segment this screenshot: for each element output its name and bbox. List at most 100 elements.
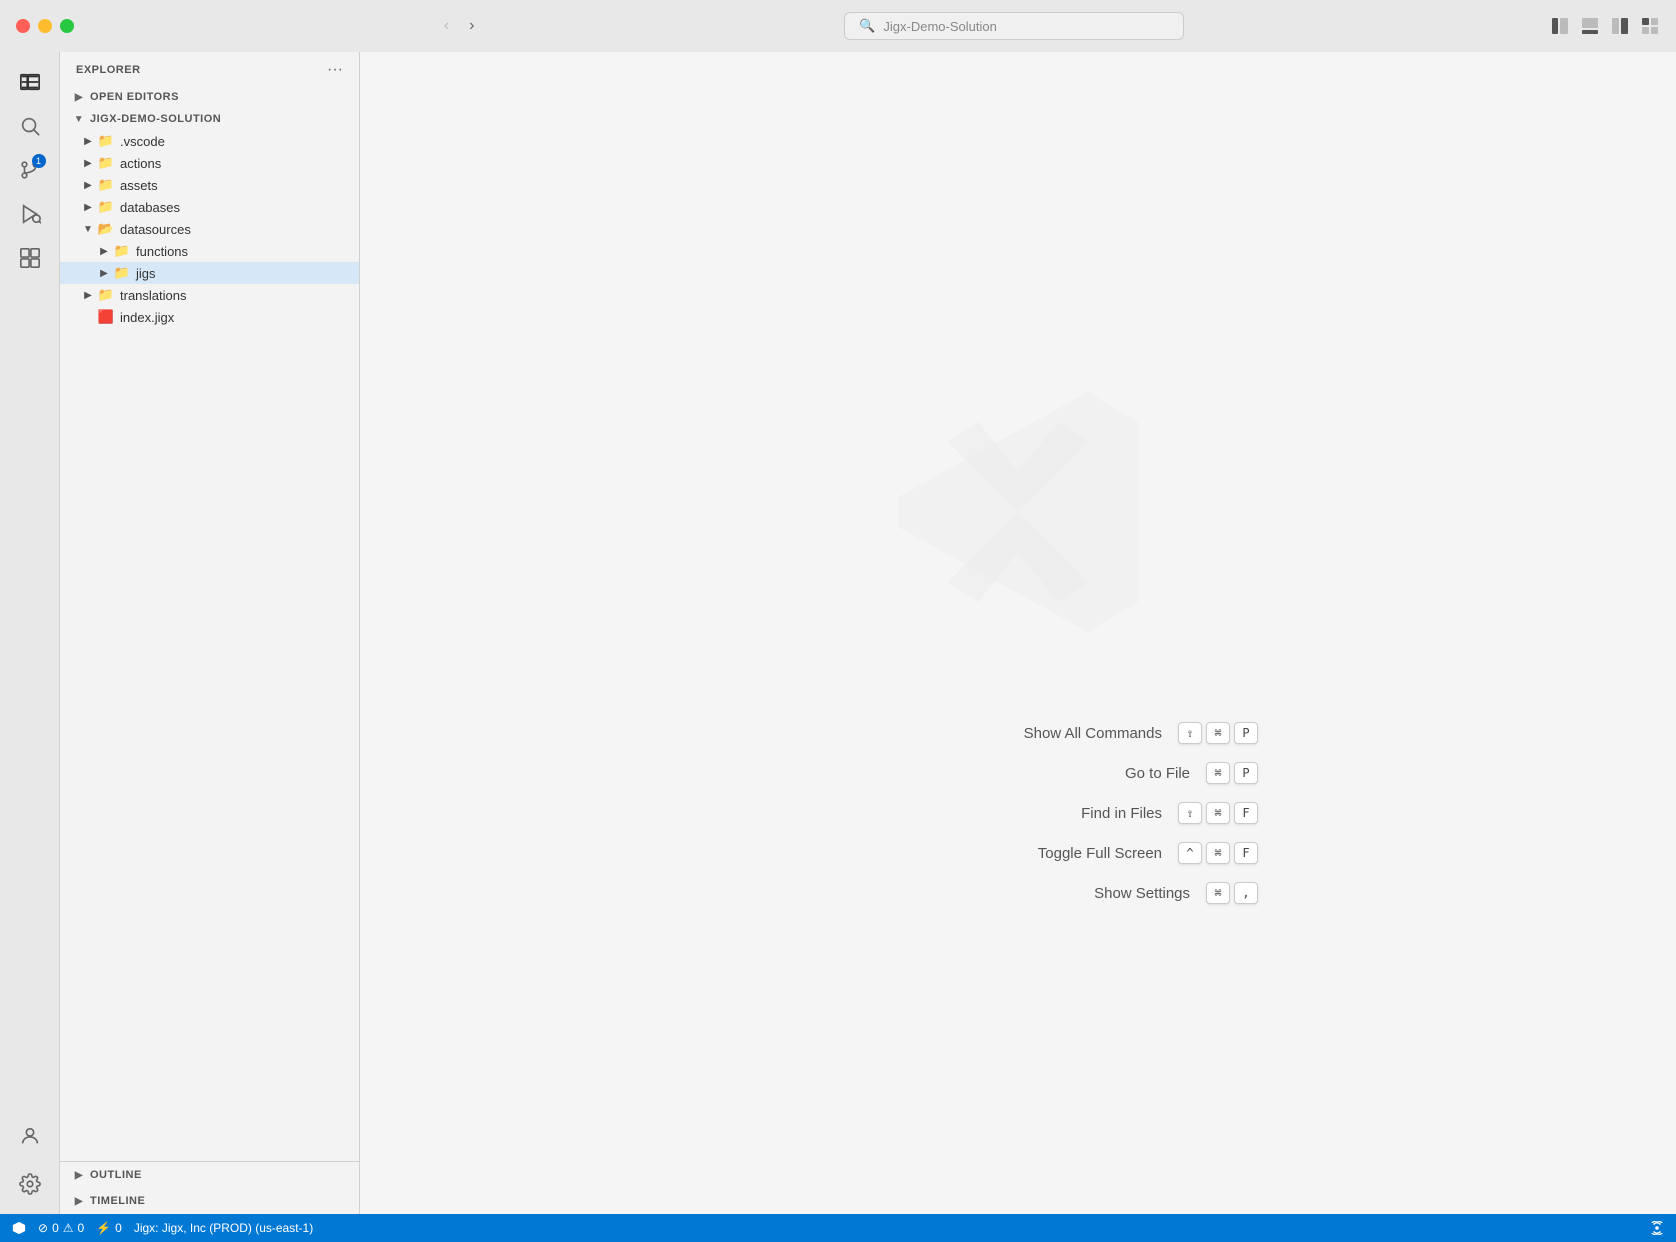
remote-count: 0 xyxy=(115,1221,122,1235)
go-to-file-keys: ⌘ P xyxy=(1206,762,1258,784)
translations-chevron-icon: ▶ xyxy=(80,287,96,303)
assets-label: assets xyxy=(120,178,158,193)
remote-broadcast-icon: ⚡ xyxy=(96,1221,111,1235)
customize-layout-icon[interactable] xyxy=(1640,16,1660,36)
search-bar[interactable]: 🔍 Jigx-Demo-Solution xyxy=(844,12,1184,40)
status-broadcast[interactable] xyxy=(1650,1221,1664,1235)
databases-label: databases xyxy=(120,200,180,215)
status-remote-icon[interactable] xyxy=(12,1221,26,1235)
tree-item-index-jigx[interactable]: 🟥 index.jigx xyxy=(60,306,359,328)
status-bar-left: ⊘ 0 ⚠ 0 ⚡ 0 Jigx: Jigx, Inc (PROD) (us-e… xyxy=(12,1221,313,1235)
environment-label: Jigx: Jigx, Inc (PROD) (us-east-1) xyxy=(134,1221,313,1235)
functions-folder-icon: 📁 xyxy=(114,243,130,259)
outline-chevron-icon: ▶ xyxy=(72,1168,86,1182)
shortcut-go-to-file: Go to File ⌘ P xyxy=(778,762,1258,784)
shortcut-toggle-fullscreen: Toggle Full Screen ^ ⌘ F xyxy=(778,842,1258,864)
activity-item-explorer[interactable] xyxy=(10,62,50,102)
minimize-button[interactable] xyxy=(38,19,52,33)
index-jigx-chevron-placeholder xyxy=(80,309,96,325)
status-errors[interactable]: ⊘ 0 ⚠ 0 xyxy=(38,1221,84,1235)
key-cmd-2: ⌘ xyxy=(1206,762,1230,784)
databases-folder-icon: 📁 xyxy=(98,199,114,215)
outline-section[interactable]: ▶ OUTLINE xyxy=(60,1162,359,1188)
sidebar-tree: ▶ OPEN EDITORS ▼ JIGX-DEMO-SOLUTION ▶ 📁 … xyxy=(60,86,359,1161)
assets-chevron-icon: ▶ xyxy=(80,177,96,193)
actions-chevron-icon: ▶ xyxy=(80,155,96,171)
main-content: 1 xyxy=(0,52,1676,1214)
tree-item-functions[interactable]: ▶ 📁 functions xyxy=(60,240,359,262)
back-button[interactable]: ‹ xyxy=(440,13,453,39)
close-button[interactable] xyxy=(16,19,30,33)
show-settings-label: Show Settings xyxy=(1010,885,1190,902)
sidebar-toggle-icon[interactable] xyxy=(1550,16,1570,36)
layout-controls xyxy=(1550,16,1660,36)
error-icon: ⊘ xyxy=(38,1221,48,1235)
sidebar-header: EXPLORER ··· xyxy=(60,52,359,86)
split-editor-icon[interactable] xyxy=(1610,16,1630,36)
datasources-folder-icon: 📂 xyxy=(98,221,114,237)
section-open-editors[interactable]: ▶ OPEN EDITORS xyxy=(60,86,359,108)
error-count: 0 xyxy=(52,1221,59,1235)
show-all-commands-label: Show All Commands xyxy=(982,725,1162,742)
vscode-logo-decoration xyxy=(868,362,1168,662)
vscode-label: .vscode xyxy=(120,134,165,149)
key-f: F xyxy=(1234,802,1258,824)
maximize-button[interactable] xyxy=(60,19,74,33)
forward-button[interactable]: › xyxy=(465,13,478,39)
source-control-badge: 1 xyxy=(32,154,46,168)
activity-item-settings[interactable] xyxy=(10,1164,50,1204)
project-label: JIGX-DEMO-SOLUTION xyxy=(90,113,221,125)
index-jigx-icon: 🟥 xyxy=(98,309,114,325)
panel-toggle-icon[interactable] xyxy=(1580,16,1600,36)
toggle-fullscreen-keys: ^ ⌘ F xyxy=(1178,842,1258,864)
status-environment[interactable]: Jigx: Jigx, Inc (PROD) (us-east-1) xyxy=(134,1221,313,1235)
tree-item-translations[interactable]: ▶ 📁 translations xyxy=(60,284,359,306)
remote-icon xyxy=(12,1221,26,1235)
jigs-label: jigs xyxy=(136,266,156,281)
tree-item-vscode[interactable]: ▶ 📁 .vscode xyxy=(60,130,359,152)
tree-item-actions[interactable]: ▶ 📁 actions xyxy=(60,152,359,174)
activity-item-accounts[interactable] xyxy=(10,1116,50,1156)
activity-item-extensions[interactable] xyxy=(10,238,50,278)
assets-folder-icon: 📁 xyxy=(98,177,114,193)
status-remote-count[interactable]: ⚡ 0 xyxy=(96,1221,122,1235)
tree-item-datasources[interactable]: ▼ 📂 datasources xyxy=(60,218,359,240)
tree-item-assets[interactable]: ▶ 📁 assets xyxy=(60,174,359,196)
key-shift: ⇧ xyxy=(1178,722,1202,744)
activity-item-run[interactable] xyxy=(10,194,50,234)
key-cmd-4: ⌘ xyxy=(1206,842,1230,864)
broadcast-icon xyxy=(1650,1221,1664,1235)
jigs-chevron-icon: ▶ xyxy=(96,265,112,281)
activity-item-search[interactable] xyxy=(10,106,50,146)
jigs-folder-icon: 📁 xyxy=(114,265,130,281)
show-settings-keys: ⌘ , xyxy=(1206,882,1258,904)
section-project[interactable]: ▼ JIGX-DEMO-SOLUTION xyxy=(60,108,359,130)
key-comma: , xyxy=(1234,882,1258,904)
key-p1: P xyxy=(1234,722,1258,744)
tree-item-databases[interactable]: ▶ 📁 databases xyxy=(60,196,359,218)
find-in-files-keys: ⇧ ⌘ F xyxy=(1178,802,1258,824)
open-editors-chevron-icon: ▶ xyxy=(72,90,86,104)
find-in-files-label: Find in Files xyxy=(982,805,1162,822)
translations-folder-icon: 📁 xyxy=(98,287,114,303)
key-shift-2: ⇧ xyxy=(1178,802,1202,824)
vscode-folder-icon: 📁 xyxy=(98,133,114,149)
outline-label: OUTLINE xyxy=(90,1169,142,1181)
activity-item-source-control[interactable]: 1 xyxy=(10,150,50,190)
shortcut-show-all-commands: Show All Commands ⇧ ⌘ P xyxy=(778,722,1258,744)
tree-item-jigs[interactable]: ▶ 📁 jigs xyxy=(60,262,359,284)
titlebar: ‹ › 🔍 Jigx-Demo-Solution xyxy=(0,0,1676,52)
search-icon: 🔍 xyxy=(859,18,875,34)
index-jigx-label: index.jigx xyxy=(120,310,174,325)
timeline-section[interactable]: ▶ TIMELINE xyxy=(60,1188,359,1214)
key-cmd-5: ⌘ xyxy=(1206,882,1230,904)
datasources-chevron-icon: ▼ xyxy=(80,221,96,237)
key-ctrl: ^ xyxy=(1178,842,1202,864)
sidebar: EXPLORER ··· ▶ OPEN EDITORS ▼ JIGX-DEMO-… xyxy=(60,52,360,1214)
search-text: Jigx-Demo-Solution xyxy=(883,19,996,34)
functions-chevron-icon: ▶ xyxy=(96,243,112,259)
sidebar-more-button[interactable]: ··· xyxy=(327,62,343,78)
go-to-file-label: Go to File xyxy=(1010,765,1190,782)
toggle-fullscreen-label: Toggle Full Screen xyxy=(982,845,1162,862)
datasources-label: datasources xyxy=(120,222,191,237)
